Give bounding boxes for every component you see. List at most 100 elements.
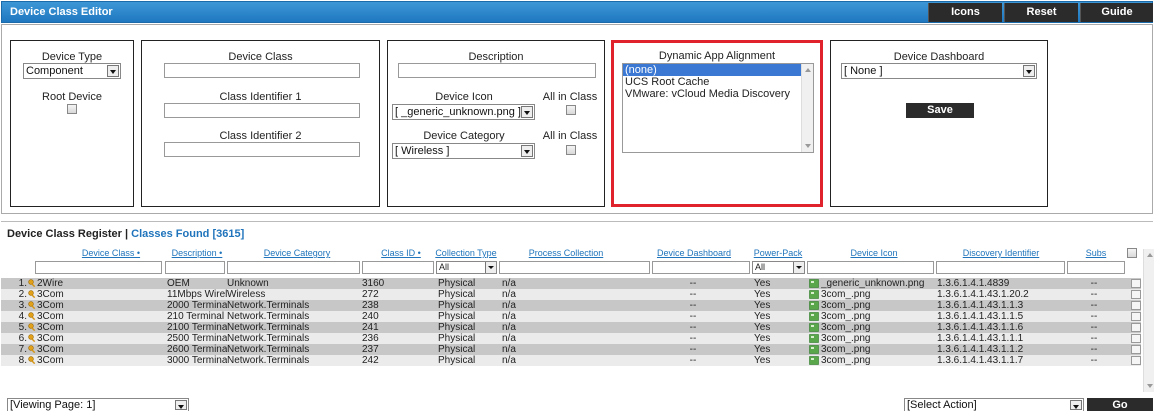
cell-device-icon: 3com_.png (821, 322, 871, 333)
cell-discovery: 1.3.6.1.4.1.43.1.1.6 (937, 322, 1024, 333)
cell-collection-type: Physical (438, 289, 476, 300)
all-in-class-label-2: All in Class (542, 130, 598, 142)
filter-description[interactable] (165, 261, 225, 274)
row-checkbox[interactable] (1131, 312, 1141, 321)
cell-dashboard: -- (689, 355, 697, 366)
cell-collection-type: Physical (438, 278, 476, 289)
filter-subs[interactable] (1067, 261, 1125, 274)
device-class-input[interactable] (164, 63, 360, 78)
row-checkbox[interactable] (1131, 301, 1141, 310)
filter-discovery[interactable] (936, 261, 1065, 274)
chevron-down-icon (1023, 65, 1035, 77)
table-row[interactable]: 7. 3Com 2600 Terminal Network.Terminals 237 P… (1, 344, 1141, 355)
cell-dashboard: -- (689, 289, 697, 300)
viewing-page-value: [Viewing Page: 1] (10, 399, 96, 411)
filter-process-collection[interactable] (499, 261, 650, 274)
row-number: 8. (18, 355, 27, 366)
key-icon[interactable] (28, 334, 37, 343)
dynamic-app-listbox[interactable]: (none) UCS Root Cache VMware: vCloud Med… (622, 63, 814, 153)
go-button[interactable]: Go (1087, 398, 1153, 411)
col-header-dashboard[interactable]: Device Dashboard (649, 248, 739, 258)
cell-category: Network.Terminals (227, 300, 310, 311)
table-row[interactable]: 3. 3Com 2000 Terminal Network.Terminals 238 P… (1, 300, 1141, 311)
table-row[interactable]: 8. 3Com 3000 Terminal Network.Terminals 242 P… (1, 355, 1141, 366)
register-scrollbar[interactable] (1143, 249, 1154, 392)
key-icon[interactable] (28, 345, 37, 354)
cell-collection-type: Physical (438, 311, 476, 322)
root-device-checkbox[interactable] (67, 104, 77, 114)
cell-dashboard: -- (689, 333, 697, 344)
cell-discovery: 1.3.6.1.4.1.43.1.1.3 (937, 300, 1024, 311)
col-header-description[interactable]: Description • (167, 248, 227, 258)
list-item[interactable]: (none) (623, 64, 813, 76)
list-item[interactable]: VMware: vCloud Media Discovery (623, 88, 813, 100)
class-id1-input[interactable] (164, 103, 360, 118)
filter-class-id[interactable] (362, 261, 434, 274)
class-id2-input[interactable] (164, 142, 360, 157)
col-header-device-icon[interactable]: Device Icon (839, 248, 909, 258)
device-icon-thumb (809, 323, 819, 332)
col-header-power-pack[interactable]: Power-Pack (753, 248, 803, 258)
col-header-collection-type[interactable]: Collection Type (434, 248, 498, 258)
viewing-page-select[interactable]: [Viewing Page: 1] (7, 398, 189, 411)
reset-button[interactable]: Reset (1004, 3, 1078, 22)
row-checkbox[interactable] (1131, 279, 1141, 288)
register-scroll-track[interactable] (1143, 249, 1154, 392)
filter-power-pack[interactable]: All (752, 261, 805, 274)
key-icon[interactable] (28, 312, 37, 321)
table-row[interactable]: 6. 3Com 2500 Terminal Network.Terminals 236 P… (1, 333, 1141, 344)
cell-device-icon: 3com_.png (821, 344, 871, 355)
filter-collection-type[interactable]: All (436, 261, 497, 274)
cell-process-collection: n/a (502, 278, 516, 289)
col-header-device-class[interactable]: Device Class • (67, 248, 155, 258)
classes-found-link[interactable]: Classes Found [3615] (131, 228, 244, 240)
col-header-process-collection[interactable]: Process Collection (516, 248, 616, 258)
device-icon-select[interactable]: [ _generic_unknown.png ] (392, 104, 535, 120)
col-header-category[interactable]: Device Category (257, 248, 337, 258)
listbox-scrollbar[interactable] (801, 64, 813, 152)
icons-button[interactable]: Icons (928, 3, 1002, 22)
guide-button[interactable]: Guide (1080, 3, 1153, 22)
row-checkbox[interactable] (1131, 290, 1141, 299)
cell-subs: -- (1090, 278, 1098, 289)
row-checkbox[interactable] (1131, 345, 1141, 354)
row-checkbox[interactable] (1131, 356, 1141, 365)
cell-subs: -- (1090, 333, 1098, 344)
cell-category: Network.Terminals (227, 344, 310, 355)
chevron-down-icon (521, 145, 533, 157)
cell-collection-type: Physical (438, 333, 476, 344)
key-icon[interactable] (28, 356, 37, 365)
select-action-select[interactable]: [Select Action] (904, 398, 1084, 411)
cell-power-pack: Yes (754, 344, 771, 355)
key-icon[interactable] (28, 279, 37, 288)
description-input[interactable] (398, 63, 596, 78)
save-button[interactable]: Save (906, 103, 974, 118)
cell-device-icon: 3com_.png (821, 311, 871, 322)
key-icon[interactable] (28, 323, 37, 332)
device-category-select[interactable]: [ Wireless ] (392, 143, 535, 159)
filter-device-icon[interactable] (807, 261, 934, 274)
key-icon[interactable] (28, 290, 37, 299)
cell-collection-type: Physical (438, 355, 476, 366)
filter-dashboard[interactable] (652, 261, 750, 274)
all-in-class-checkbox-1[interactable] (566, 105, 576, 115)
device-dashboard-value: [ None ] (844, 65, 883, 77)
table-row[interactable]: 4. 3Com 210 Terminal S Network.Terminals 240… (1, 311, 1141, 322)
col-header-subs[interactable]: Subs (1081, 248, 1111, 258)
col-header-discovery[interactable]: Discovery Identifier (956, 248, 1046, 258)
row-checkbox[interactable] (1131, 323, 1141, 332)
filter-device-class[interactable] (35, 261, 162, 274)
select-all-checkbox[interactable] (1127, 248, 1137, 258)
table-row[interactable]: 5. 3Com 2100 Terminal Network.Terminals 241 P… (1, 322, 1141, 333)
col-header-class-id[interactable]: Class ID • (376, 248, 426, 258)
device-type-select[interactable]: Component (23, 63, 121, 79)
list-item[interactable]: UCS Root Cache (623, 76, 813, 88)
device-dashboard-select[interactable]: [ None ] (841, 63, 1037, 79)
table-row[interactable]: 2. 3Com 11Mbps Wirel Wireless 272 Physical n/a… (1, 289, 1141, 300)
table-row[interactable]: 1. 2Wire OEM Unknown 3160 Physical n/a -- Yes _ge… (1, 278, 1141, 289)
filter-category[interactable] (227, 261, 360, 274)
row-checkbox[interactable] (1131, 334, 1141, 343)
key-icon[interactable] (28, 301, 37, 310)
all-in-class-checkbox-2[interactable] (566, 145, 576, 155)
device-icon-thumb (809, 279, 819, 288)
